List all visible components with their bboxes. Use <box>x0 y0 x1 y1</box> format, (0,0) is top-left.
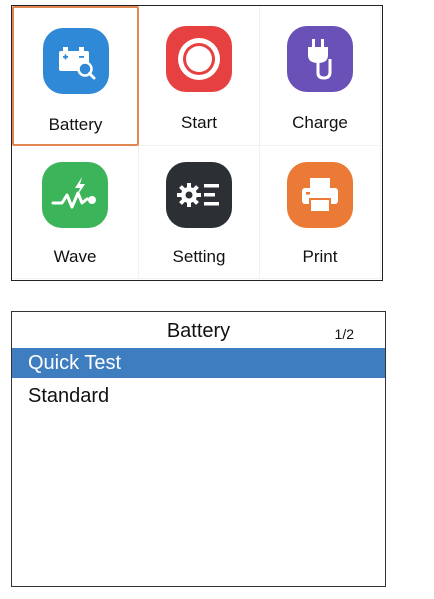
tile-battery[interactable]: Battery <box>12 6 139 146</box>
tile-setting[interactable]: Setting <box>139 146 260 279</box>
battery-search-icon <box>42 28 109 94</box>
start-circle-icon <box>166 26 232 92</box>
menu-header: Battery 1/2 <box>12 312 385 348</box>
tile-label: Setting <box>172 247 226 266</box>
menu-item-standard[interactable]: Standard <box>12 381 385 411</box>
tile-label: Print <box>302 247 338 266</box>
tile-wave[interactable]: Wave <box>12 146 139 279</box>
page-title: Battery <box>166 320 231 342</box>
wave-icon <box>42 162 108 228</box>
battery-menu-screen: Battery 1/2 Quick Test Standard <box>11 311 386 587</box>
main-menu-grid: Battery Start Charge Wave Setting Print <box>12 6 382 280</box>
tile-print[interactable]: Print <box>260 146 381 279</box>
tile-charge[interactable]: Charge <box>260 6 381 146</box>
tile-label: Charge <box>292 113 348 132</box>
page-indicator: 1/2 <box>334 326 354 342</box>
main-menu-screen: Battery Start Charge Wave Setting Print <box>11 5 383 281</box>
gear-settings-icon <box>166 162 232 228</box>
plug-icon <box>287 26 353 92</box>
tile-start[interactable]: Start <box>139 6 260 146</box>
menu-list: Quick Test Standard <box>12 348 385 414</box>
tile-label: Wave <box>53 247 97 266</box>
menu-item-quick-test[interactable]: Quick Test <box>12 348 385 378</box>
tile-label: Start <box>181 113 217 132</box>
tile-label: Battery <box>48 115 103 134</box>
printer-icon <box>287 162 353 228</box>
